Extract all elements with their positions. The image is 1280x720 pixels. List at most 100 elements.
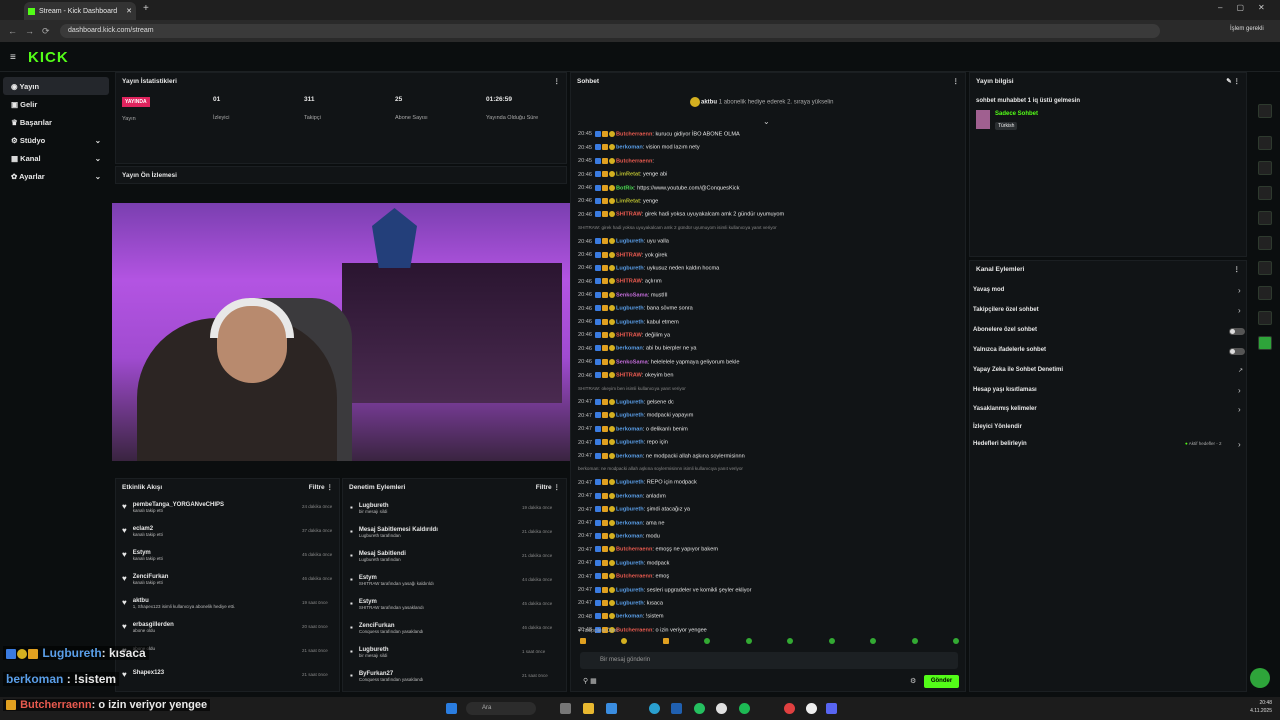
- toggle-switch[interactable]: [1229, 328, 1245, 335]
- chrome-icon[interactable]: [716, 703, 727, 714]
- chat-username[interactable]: berkoman: [616, 453, 643, 459]
- chat-username[interactable]: SenkoSama: [616, 359, 648, 365]
- pinned-gifter[interactable]: aktbu 1 abonelik hediye ederek 2. sıraya…: [690, 97, 833, 107]
- activity-filter-button[interactable]: Filtre: [309, 484, 325, 491]
- emote-icon[interactable]: [745, 638, 752, 644]
- chat-input[interactable]: Bir mesaj gönderin: [580, 652, 958, 669]
- more-icon[interactable]: ⋮: [1234, 265, 1241, 273]
- tool-icon[interactable]: [1258, 136, 1272, 150]
- sidebar-item-yayin[interactable]: ◉ Yayın: [3, 77, 109, 95]
- chat-username[interactable]: Lugbureth: [616, 507, 644, 513]
- channel-action-item[interactable]: Hedefleri belirleyin: [973, 441, 1027, 447]
- tool-icon[interactable]: [1258, 311, 1272, 325]
- emote-icon[interactable]: [828, 638, 835, 644]
- chat-username[interactable]: Butcherraenn: [616, 627, 652, 633]
- chat-username[interactable]: SHITRAW: [616, 373, 642, 379]
- chat-username[interactable]: berkoman: [616, 520, 643, 526]
- chat-username[interactable]: SHITRAW: [616, 279, 642, 285]
- emote-icon[interactable]: [580, 638, 586, 644]
- support-icon[interactable]: [1250, 668, 1270, 688]
- channel-action-item[interactable]: Yasaklanmış kelimeler: [973, 406, 1037, 412]
- chat-username[interactable]: Lugbureth: [616, 319, 644, 325]
- category-name[interactable]: Sadece Sohbet: [995, 111, 1038, 117]
- chat-username[interactable]: Butcherraenn: [616, 158, 652, 164]
- edge-icon[interactable]: [649, 703, 660, 714]
- browser-tab[interactable]: Stream - Kick Dashboard ✕: [24, 2, 136, 20]
- sidebar-item-studyo[interactable]: ⚙ Stüdyo ⌄: [3, 131, 109, 149]
- whatsapp-icon[interactable]: [694, 703, 705, 714]
- chat-username[interactable]: Lugbureth: [616, 306, 644, 312]
- edit-icon[interactable]: ✎ ⋮: [1226, 77, 1240, 85]
- tool-icon[interactable]: [1258, 336, 1272, 350]
- emote-bar[interactable]: [580, 638, 960, 648]
- chat-username[interactable]: Butcherraenn: [616, 131, 652, 137]
- tool-icon[interactable]: [1258, 286, 1272, 300]
- chat-username[interactable]: BotRix: [616, 185, 634, 191]
- sidebar-item-gelir[interactable]: ▣ Gelir: [3, 95, 109, 113]
- tool-icon[interactable]: [1258, 186, 1272, 200]
- chat-username[interactable]: Lugbureth: [616, 600, 644, 606]
- chevron-right-icon[interactable]: ›: [1238, 386, 1241, 395]
- chat-username[interactable]: berkoman: [616, 346, 643, 352]
- app-icon[interactable]: [560, 703, 571, 714]
- send-button[interactable]: Gönder: [924, 675, 959, 688]
- chevron-right-icon[interactable]: ›: [1238, 405, 1241, 414]
- tool-icon[interactable]: [1258, 211, 1272, 225]
- app-icon[interactable]: [671, 703, 682, 714]
- emote-icon[interactable]: [870, 638, 877, 644]
- chat-username[interactable]: berkoman: [616, 493, 643, 499]
- menu-icon[interactable]: ≡: [10, 52, 16, 63]
- chat-tools-icon[interactable]: ⚲ ▦: [583, 677, 597, 685]
- chat-username[interactable]: Lugbureth: [616, 413, 644, 419]
- discord-icon[interactable]: [826, 703, 837, 714]
- emote-icon[interactable]: [952, 638, 959, 644]
- chat-username[interactable]: Butcherraenn: [616, 547, 652, 553]
- profile-status[interactable]: İşlem gerekli: [1230, 26, 1264, 32]
- nav-arrows-icon[interactable]: ←→⟳: [8, 26, 58, 37]
- url-field[interactable]: dashboard.kick.com/stream: [60, 24, 1160, 38]
- chat-username[interactable]: Butcherraenn: [616, 574, 652, 580]
- chat-username[interactable]: berkoman: [616, 426, 643, 432]
- chat-username[interactable]: Lugbureth: [616, 399, 644, 405]
- explorer-icon[interactable]: [583, 703, 594, 714]
- chat-username[interactable]: berkoman: [616, 145, 643, 151]
- taskbar-search[interactable]: Ara: [466, 702, 536, 715]
- chat-username[interactable]: LimRetat: [616, 198, 640, 204]
- chat-username[interactable]: SHITRAW: [616, 332, 642, 338]
- kick-logo[interactable]: KICK: [28, 49, 69, 66]
- tool-icon[interactable]: [1258, 161, 1272, 175]
- chat-username[interactable]: Lugbureth: [616, 265, 644, 271]
- sidebar-item-basarilar[interactable]: ♛ Başarılar: [3, 113, 109, 131]
- chrome-icon[interactable]: [784, 703, 795, 714]
- chat-username[interactable]: SHITRAW: [616, 212, 642, 218]
- chat-username[interactable]: SenkoSama: [616, 292, 648, 298]
- sidebar-item-kanal[interactable]: ▦ Kanal ⌄: [3, 149, 109, 167]
- emote-icon[interactable]: [621, 638, 628, 644]
- channel-action-item[interactable]: Yalnızca ifadelerle sohbet: [973, 347, 1046, 353]
- start-icon[interactable]: [446, 703, 457, 714]
- close-tab-icon[interactable]: ✕: [126, 7, 132, 15]
- emote-icon[interactable]: [787, 638, 794, 644]
- chevron-right-icon[interactable]: ›: [1238, 440, 1241, 449]
- external-link-icon[interactable]: ↗: [1238, 367, 1243, 374]
- channel-action-item[interactable]: İzleyici Yönlendir: [973, 424, 1022, 430]
- more-icon[interactable]: ⋮: [554, 77, 561, 85]
- channel-action-item[interactable]: Hesap yaşı kısıtlaması: [973, 387, 1037, 393]
- emote-icon[interactable]: [704, 638, 711, 644]
- chat-username[interactable]: Lugbureth: [616, 440, 644, 446]
- tool-icon[interactable]: [1258, 261, 1272, 275]
- chat-username[interactable]: Lugbureth: [616, 587, 644, 593]
- app-icon[interactable]: [806, 703, 817, 714]
- chevron-right-icon[interactable]: ›: [1238, 286, 1241, 295]
- chat-username[interactable]: LimRetat: [616, 172, 640, 178]
- window-controls[interactable]: –▢✕: [1218, 3, 1279, 12]
- toggle-switch[interactable]: [1229, 348, 1245, 355]
- moderation-filter-button[interactable]: Filtre: [536, 484, 552, 491]
- emote-icon[interactable]: [662, 638, 669, 644]
- channel-action-item[interactable]: Takipçilere özel sohbet: [973, 307, 1039, 313]
- tool-icon[interactable]: [1258, 236, 1272, 250]
- chat-username[interactable]: berkoman: [616, 533, 643, 539]
- channel-action-item[interactable]: Yavaş mod: [973, 287, 1004, 293]
- chat-username[interactable]: Lugbureth: [616, 239, 644, 245]
- chat-username[interactable]: Lugbureth: [616, 560, 644, 566]
